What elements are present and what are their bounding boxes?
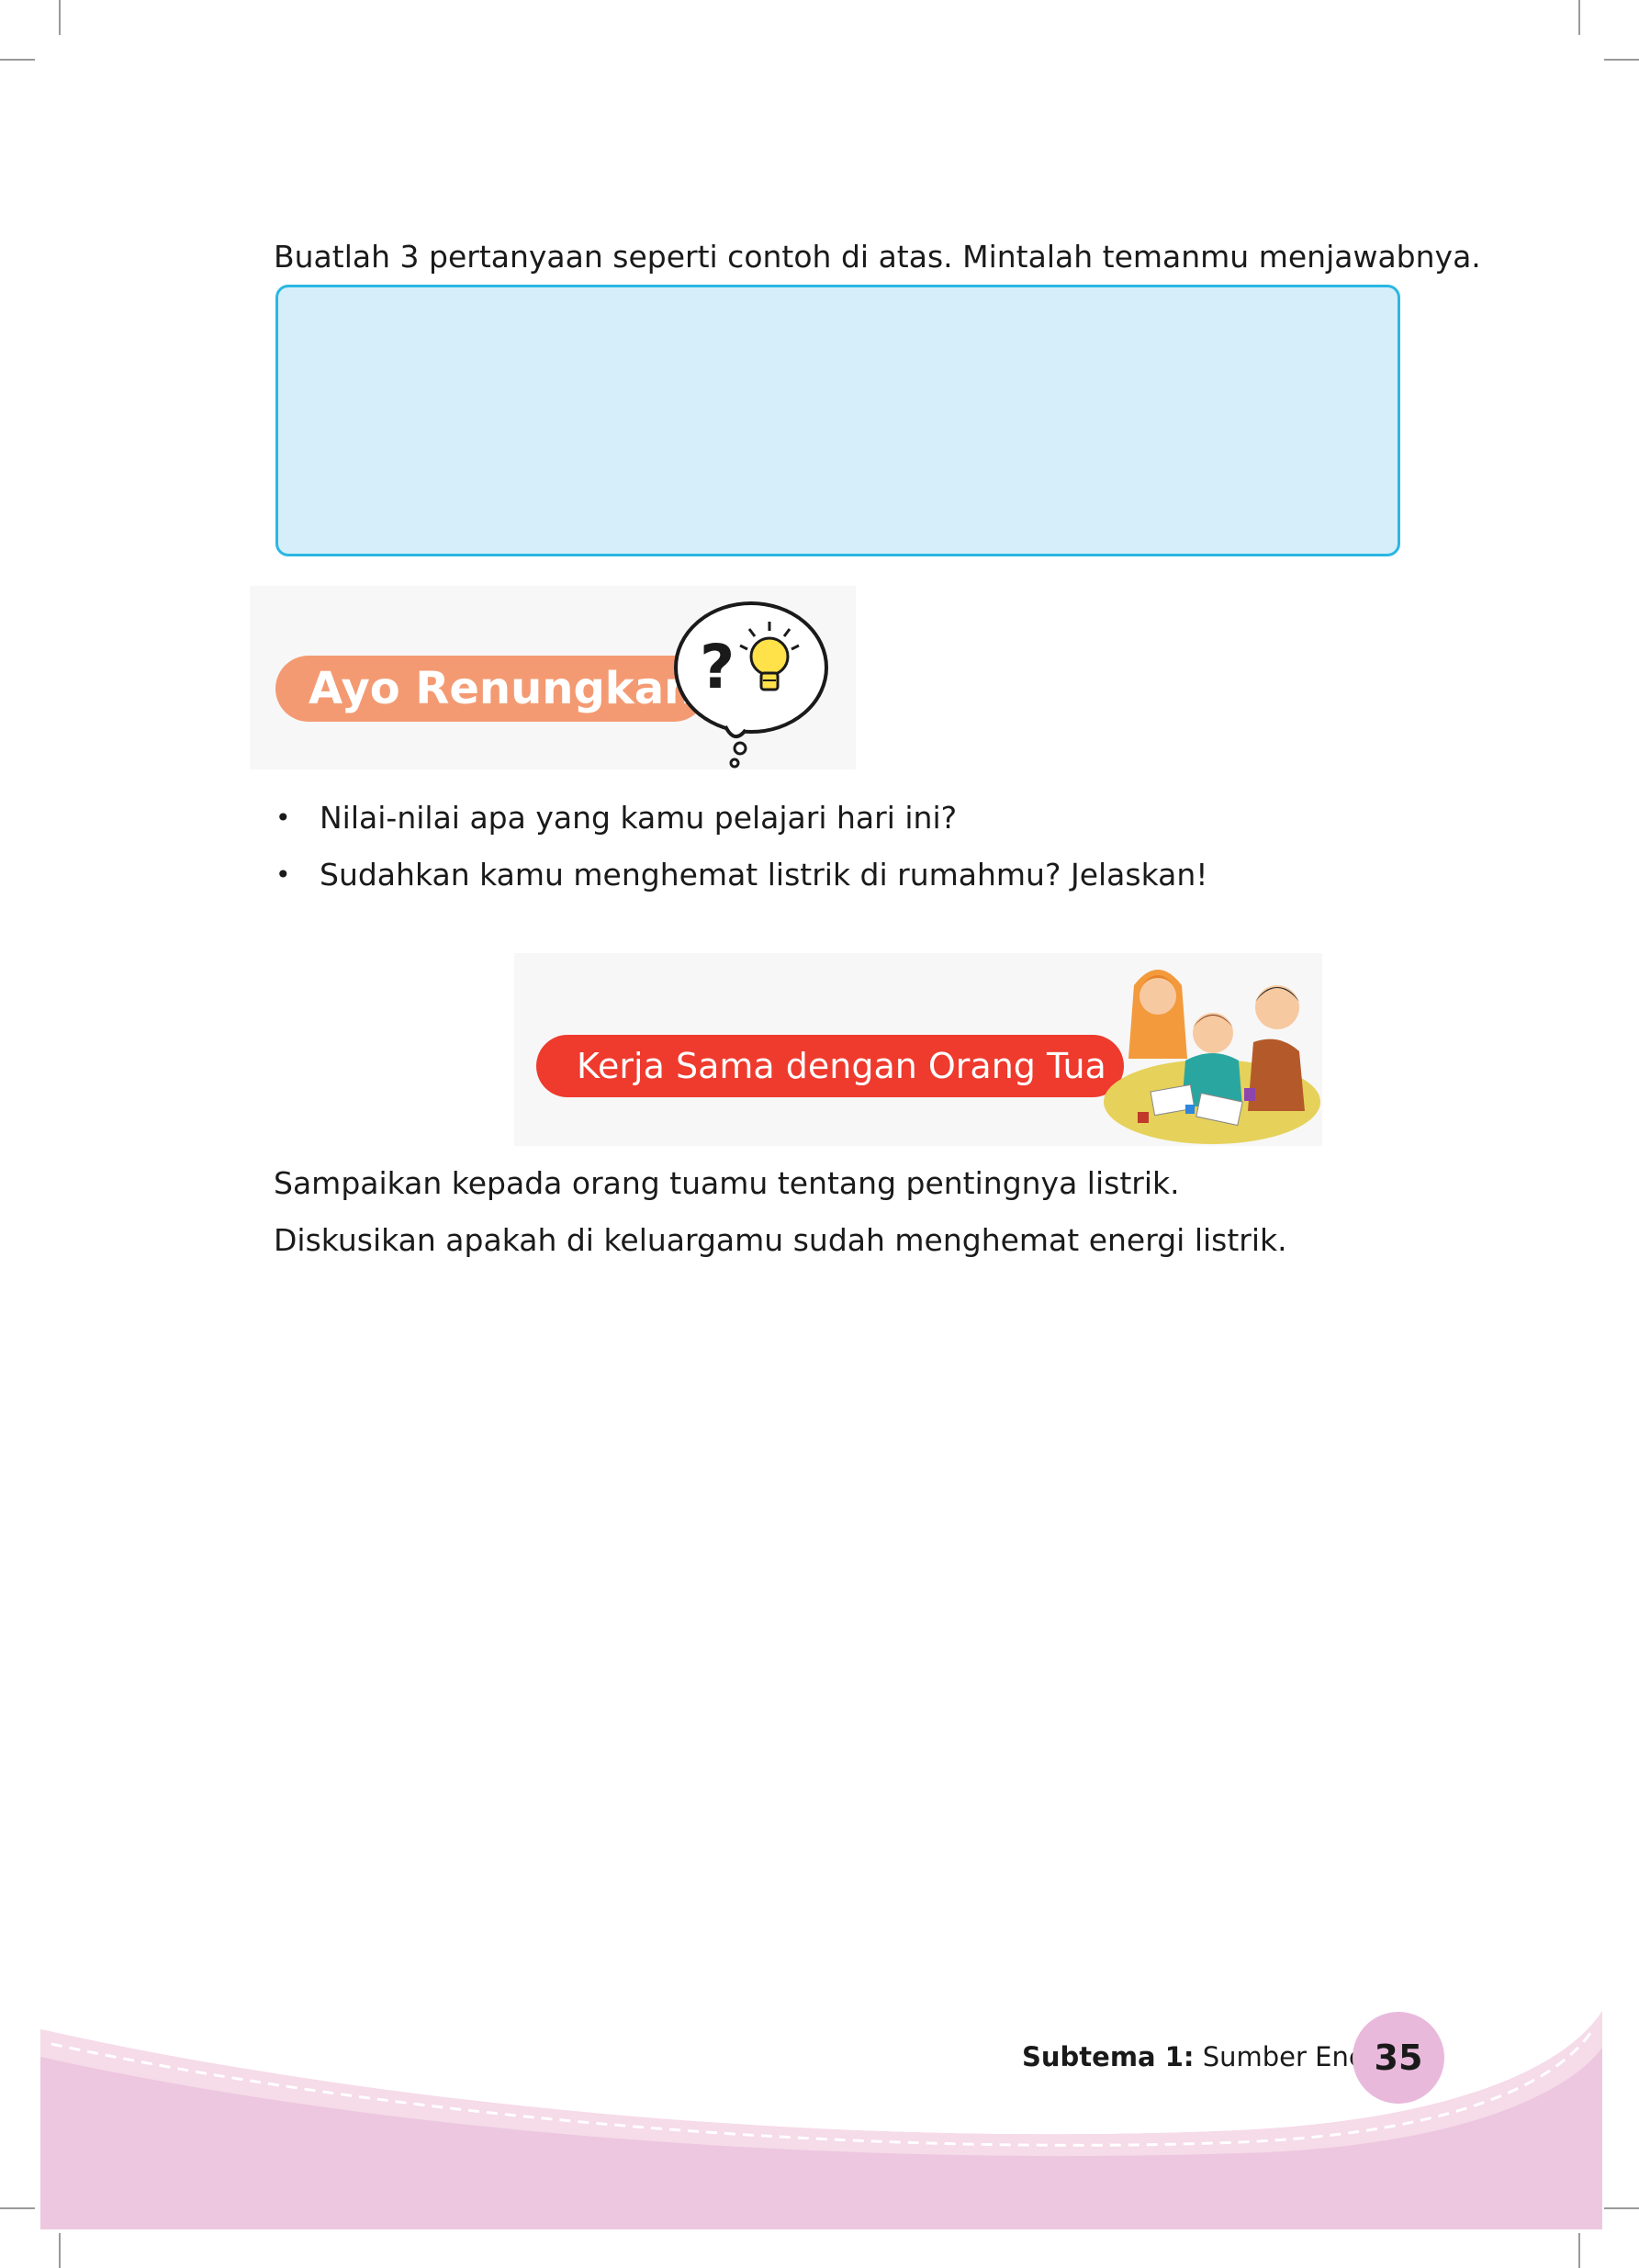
answer-box[interactable] xyxy=(275,285,1400,556)
kerja-sama-title: Kerja Sama dengan Orang Tua xyxy=(577,1046,1106,1086)
family-illustration xyxy=(1104,970,1320,1144)
svg-text:?: ? xyxy=(700,632,735,702)
crop-mark xyxy=(1578,0,1580,35)
question-lightbulb-thought-icon: ? xyxy=(674,601,828,769)
crop-mark xyxy=(59,0,61,35)
crop-mark xyxy=(0,59,35,61)
list-item: • Sudahkan kamu menghemat listrik di ruma… xyxy=(275,857,1208,893)
instruction-text: Buatlah 3 pertanyaan seperti contoh di a… xyxy=(274,239,1481,275)
list-item: • Nilai-nilai apa yang kamu pelajari hari… xyxy=(275,800,958,836)
ayo-renungkan-title: Ayo Renungkan xyxy=(309,663,696,714)
page-number: 35 xyxy=(1353,2012,1444,2104)
footer-subtema: Subtema 1: Sumber Energi xyxy=(1022,2041,1400,2072)
reflection-list: • Nilai-nilai apa yang kamu pelajari hari… xyxy=(274,790,1375,904)
paragraph: Sampaikan kepada orang tuamu tentang pen… xyxy=(274,1165,1180,1201)
crop-mark xyxy=(59,2233,61,2268)
crop-mark xyxy=(1578,2233,1580,2268)
parent-cooperation-text: Sampaikan kepada orang tuamu tentang pen… xyxy=(274,1155,1375,1269)
paragraph: Diskusikan apakah di keluargamu sudah me… xyxy=(274,1222,1287,1258)
crop-mark xyxy=(1604,59,1639,61)
